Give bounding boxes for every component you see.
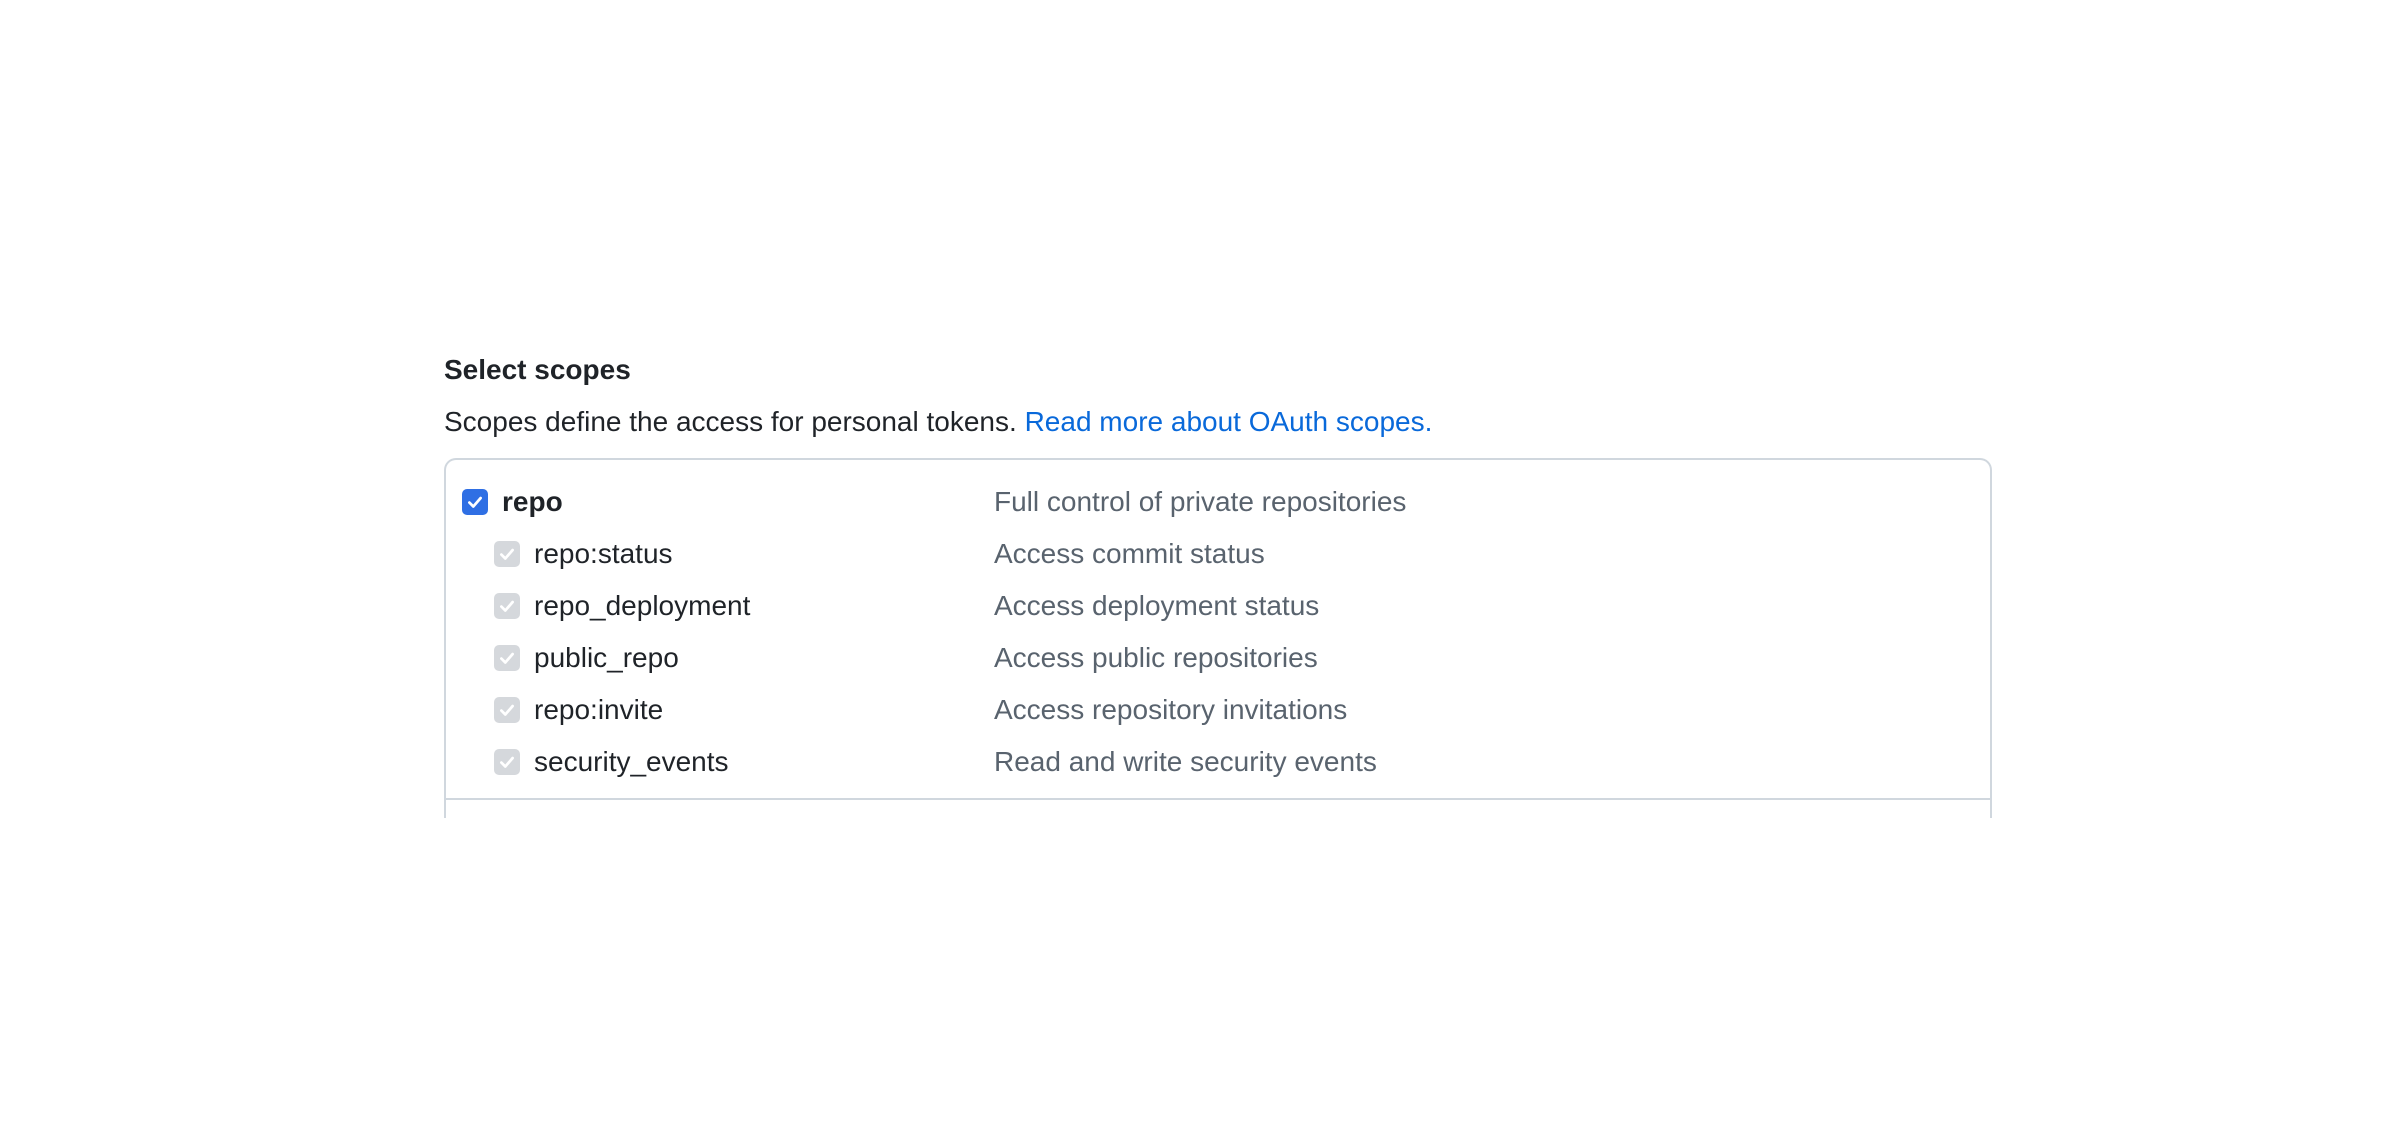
scope-row-repo-invite: repo:invite Access repository invitation…: [446, 684, 1990, 736]
scope-description-repo-deployment: Access deployment status: [994, 590, 1320, 621]
scope-row-security-events: security_events Read and write security …: [446, 736, 1990, 788]
scope-label-repo-deployment[interactable]: repo_deployment: [494, 580, 750, 632]
scope-name-repo-status: repo:status: [534, 538, 673, 569]
checkmark-icon: [500, 756, 514, 768]
checkbox-public-repo[interactable]: [494, 645, 520, 671]
scope-row-repo: repo Full control of private repositorie…: [446, 476, 1990, 528]
scope-name-security-events: security_events: [534, 746, 729, 777]
scope-name-repo-deployment: repo_deployment: [534, 590, 751, 621]
checkbox-security-events[interactable]: [494, 749, 520, 775]
page: Select scopes Scopes define the access f…: [0, 0, 2402, 1138]
select-scopes-section: Select scopes Scopes define the access f…: [444, 348, 1994, 818]
checkbox-repo-deployment[interactable]: [494, 593, 520, 619]
scopes-list: repo Full control of private repositorie…: [444, 458, 1992, 818]
scope-label-security-events[interactable]: security_events: [494, 736, 729, 788]
scope-name-repo-invite: repo:invite: [534, 694, 664, 725]
checkbox-repo-status[interactable]: [494, 541, 520, 567]
repo-scope-group: repo Full control of private repositorie…: [446, 460, 1990, 800]
scope-row-repo-deployment: repo_deployment Access deployment status: [446, 580, 1990, 632]
scope-name-repo: repo: [502, 486, 563, 517]
checkbox-repo-invite[interactable]: [494, 697, 520, 723]
checkmark-icon: [500, 652, 514, 664]
checkbox-repo[interactable]: [462, 489, 488, 515]
scope-description-repo: Full control of private repositories: [994, 486, 1407, 517]
scope-label-public-repo[interactable]: public_repo: [494, 632, 679, 684]
checkmark-icon: [500, 600, 514, 612]
scope-label-repo-status[interactable]: repo:status: [494, 528, 673, 580]
scope-description-repo-invite: Access repository invitations: [994, 694, 1348, 725]
section-title: Select scopes: [444, 354, 631, 385]
scope-description-public-repo: Access public repositories: [994, 642, 1318, 673]
scope-label-repo[interactable]: repo: [462, 476, 563, 528]
section-description-text: Scopes define the access for personal to…: [444, 406, 1017, 437]
scope-label-repo-invite[interactable]: repo:invite: [494, 684, 663, 736]
scope-description-security-events: Read and write security events: [994, 746, 1377, 777]
scope-row-public-repo: public_repo Access public repositories: [446, 632, 1990, 684]
checkmark-icon: [468, 496, 482, 508]
section-description: Scopes define the access for personal to…: [444, 400, 1994, 444]
scope-row-repo-status: repo:status Access commit status: [446, 528, 1990, 580]
scope-description-repo-status: Access commit status: [994, 538, 1265, 569]
checkmark-icon: [500, 548, 514, 560]
oauth-scopes-link[interactable]: Read more about OAuth scopes.: [1025, 406, 1433, 437]
scope-name-public-repo: public_repo: [534, 642, 679, 673]
checkmark-icon: [500, 704, 514, 716]
